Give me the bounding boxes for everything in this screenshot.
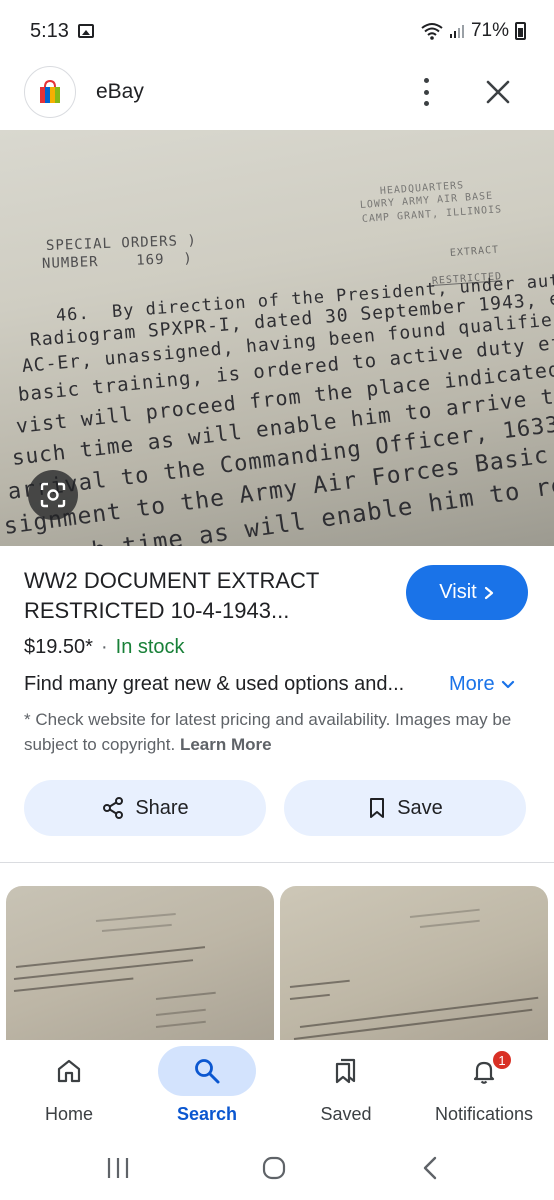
save-button[interactable]: Save (284, 780, 526, 836)
related-image-2[interactable] (280, 886, 548, 1046)
home-system-button[interactable] (254, 1152, 294, 1184)
price-row: $19.50* · In stock (24, 636, 185, 659)
share-button[interactable]: Share (24, 780, 266, 836)
wifi-icon (421, 23, 443, 40)
more-options-icon[interactable] (412, 76, 440, 108)
battery-icon (515, 22, 526, 40)
gallery-notification-icon (78, 24, 94, 38)
document-photo: HEADQUARTERS LOWRY ARMY AIR BASE CAMP GR… (0, 180, 554, 546)
close-icon[interactable] (484, 78, 512, 106)
notification-badge: 1 (491, 1049, 513, 1071)
search-icon (195, 1059, 220, 1084)
share-icon (103, 797, 124, 819)
status-right-group: 71% (421, 20, 526, 42)
related-image-1[interactable] (6, 886, 274, 1046)
status-bar: 5:13 71% (0, 0, 554, 62)
nav-search[interactable]: Search (138, 1046, 276, 1136)
visit-label: Visit (439, 581, 477, 603)
google-lens-button[interactable] (28, 470, 78, 520)
disclaimer: * Check website for latest pricing and a… (24, 707, 524, 757)
share-label: Share (135, 796, 189, 819)
nav-notifications[interactable]: 1 Notifications (415, 1046, 553, 1136)
more-label: More (449, 673, 495, 695)
signal-icon (449, 25, 464, 38)
chevron-down-icon (501, 680, 514, 688)
lens-icon (40, 482, 66, 508)
separator-dot: · (100, 636, 108, 658)
battery-percent: 71% (470, 20, 509, 41)
description-text: Find many great new & used options and..… (24, 673, 405, 695)
system-navigation-bar (0, 1140, 554, 1200)
back-chevron-icon (423, 1156, 437, 1180)
visit-button[interactable]: Visit (406, 565, 528, 620)
more-button[interactable]: More (449, 673, 515, 696)
home-icon (57, 1059, 81, 1083)
nav-saved[interactable]: Saved (277, 1046, 415, 1136)
nav-home[interactable]: Home (0, 1046, 138, 1136)
nav-saved-label: Saved (320, 1104, 372, 1124)
save-label: Save (397, 796, 443, 819)
nav-notifications-label: Notifications (434, 1104, 534, 1124)
product-image[interactable]: HEADQUARTERS LOWRY ARMY AIR BASE CAMP GR… (0, 130, 554, 546)
app-header: eBay (0, 62, 554, 130)
product-title[interactable]: WW2 DOCUMENT EXTRACT RESTRICTED 10-4-194… (24, 566, 384, 626)
recent-apps-button[interactable] (98, 1152, 138, 1184)
description-row: Find many great new & used options and..… (24, 673, 530, 703)
recent-apps-icon (107, 1158, 129, 1178)
back-button[interactable] (410, 1152, 450, 1184)
app-title: eBay (96, 80, 144, 103)
bookmarks-icon (335, 1058, 356, 1084)
home-circle-icon (262, 1156, 286, 1180)
bookmark-icon (370, 798, 385, 818)
ebay-logo-icon (24, 66, 76, 118)
nav-home-label: Home (44, 1104, 93, 1124)
stock-status: In stock (115, 636, 185, 658)
learn-more-link[interactable]: Learn More (180, 735, 272, 754)
price: $19.50* (24, 636, 93, 658)
status-time: 5:13 (30, 20, 69, 42)
chevron-right-icon (484, 586, 493, 599)
nav-search-label: Search (176, 1104, 238, 1124)
divider (0, 862, 554, 863)
bottom-navigation: Home Search Saved 1 Notifications (0, 1040, 554, 1140)
